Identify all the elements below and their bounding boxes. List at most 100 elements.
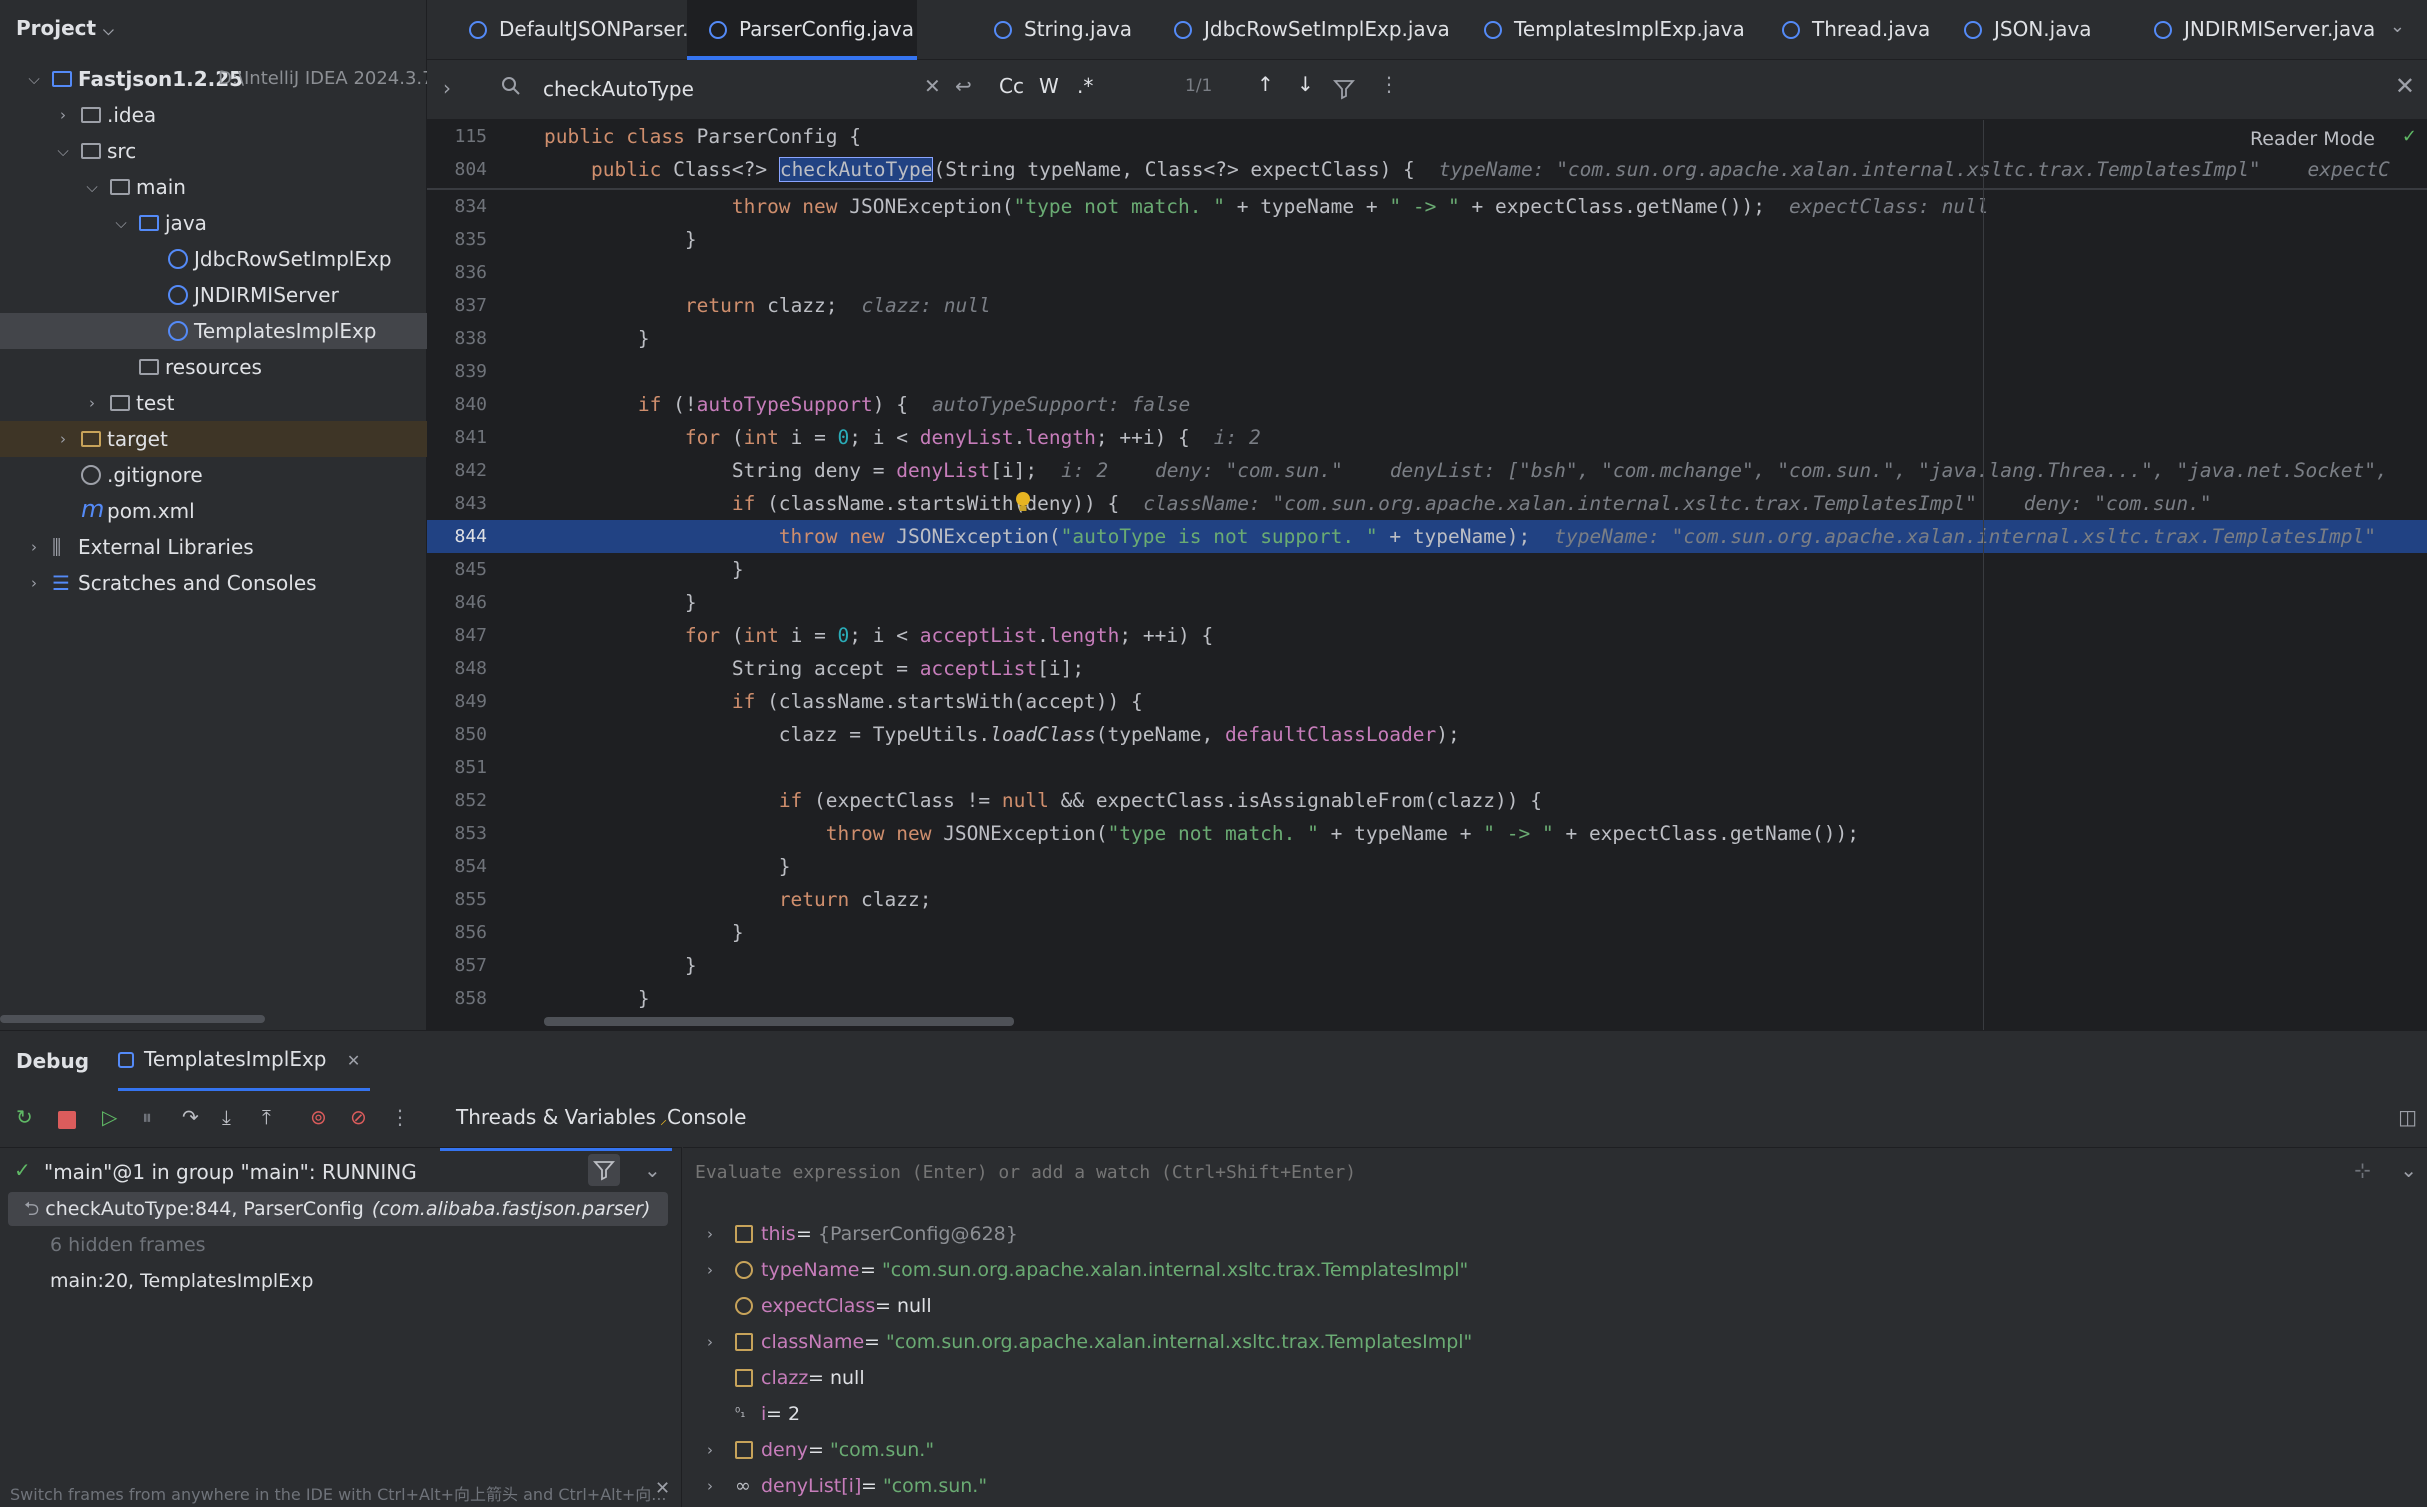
code-line[interactable]: 846 } (427, 586, 2427, 619)
stack-frame[interactable]: 6 hidden frames (8, 1228, 668, 1262)
tree-item[interactable]: ⌵ main (0, 169, 427, 205)
line-number[interactable]: 842 (427, 454, 487, 487)
code-line[interactable]: 836 (427, 256, 2427, 289)
tree-item[interactable]: JNDIRMIServer (0, 277, 427, 313)
variable-row[interactable]: ⁰₁ i = 2 (683, 1396, 2383, 1432)
code-line[interactable]: 853 throw new JSONException("type not ma… (427, 817, 2427, 850)
line-number[interactable]: 840 (427, 388, 487, 421)
tree-item[interactable]: TemplatesImplExp (0, 313, 427, 349)
add-watch-icon[interactable]: ⊹ (2354, 1158, 2371, 1182)
line-number[interactable]: 852 (427, 784, 487, 817)
evaluate-dropdown-chevron-icon[interactable]: ⌄ (2400, 1158, 2417, 1182)
close-hint-icon[interactable]: ✕ (655, 1478, 670, 1499)
code-line[interactable]: 842 String deny = denyList[i]; i: 2 deny:… (427, 454, 2427, 487)
line-number[interactable]: 843 (427, 487, 487, 520)
chevron-down-icon[interactable]: ⌵ (82, 169, 102, 205)
line-number[interactable]: 853 (427, 817, 487, 850)
chevron-down-icon[interactable]: ⌵ (53, 133, 73, 169)
reader-mode-toggle[interactable]: Reader Mode (2250, 128, 2375, 150)
line-number[interactable]: 844 (427, 520, 487, 553)
chevron-right-icon[interactable]: › (707, 1252, 713, 1288)
line-number[interactable]: 834 (427, 190, 487, 223)
line-number[interactable]: 856 (427, 916, 487, 949)
step-out-icon[interactable]: ⤒ (262, 1105, 271, 1129)
filter-frames-icon[interactable] (588, 1154, 620, 1186)
horizontal-scrollbar[interactable] (0, 1015, 265, 1023)
step-over-icon[interactable]: ↷ (182, 1105, 199, 1129)
chevron-right-icon[interactable]: › (707, 1324, 713, 1360)
line-number[interactable]: 850 (427, 718, 487, 751)
chevron-right-icon[interactable]: › (24, 565, 44, 601)
code-line[interactable]: 852 if (expectClass != null && expectCla… (427, 784, 2427, 817)
layout-settings-icon[interactable]: ◫ (2398, 1105, 2417, 1129)
variable-row[interactable]: clazz = null (683, 1360, 2383, 1396)
code-line[interactable]: 857 } (427, 949, 2427, 982)
chevron-right-icon[interactable]: › (707, 1468, 713, 1504)
next-match-arrow-icon[interactable]: ↓ (1297, 72, 1314, 96)
clear-search-icon[interactable]: ✕ (924, 74, 941, 98)
line-number[interactable]: 849 (427, 685, 487, 718)
line-number[interactable]: 837 (427, 289, 487, 322)
code-line[interactable]: 839 (427, 355, 2427, 388)
code-line[interactable]: 849 if (className.startsWith(accept)) { (427, 685, 2427, 718)
variable-row[interactable]: › deny = "com.sun." (683, 1432, 2383, 1468)
chevron-right-icon[interactable]: › (53, 97, 73, 133)
regex-toggle[interactable]: .* (1077, 74, 1093, 98)
tree-item[interactable]: ⌵ Fastjson1.2.25 D:\IntelliJ IDEA 2024.3.7… (0, 61, 439, 97)
code-line[interactable]: 851 (427, 751, 2427, 784)
variable-row[interactable]: › className = "com.sun.org.apache.xalan.i… (683, 1324, 2383, 1360)
chevron-down-icon[interactable]: ⌵ (111, 205, 131, 241)
tab-console[interactable]: ⸝Console (660, 1105, 746, 1129)
variable-row[interactable]: › this = {ParserConfig@628} (683, 1216, 2383, 1252)
stack-frame[interactable]: main:20, TemplatesImplExp (8, 1264, 668, 1298)
new-line-icon[interactable]: ↩ (955, 74, 972, 98)
search-input[interactable] (543, 72, 843, 106)
tree-item[interactable]: ⌵ java (0, 205, 427, 241)
line-number[interactable]: 845 (427, 553, 487, 586)
code-line[interactable]: 850 clazz = TypeUtils.loadClass(typeName… (427, 718, 2427, 751)
horizontal-scrollbar[interactable] (544, 1017, 1014, 1026)
thread-dropdown-chevron-icon[interactable]: ⌄ (644, 1158, 661, 1182)
stack-frame[interactable]: ⮌ checkAutoType:844, ParserConfig (com.al… (8, 1192, 668, 1226)
tree-item[interactable]: resources (0, 349, 427, 385)
variable-row[interactable]: expectClass = null (683, 1288, 2383, 1324)
code-line[interactable]: 838 } (427, 322, 2427, 355)
close-session-icon[interactable]: ✕ (347, 1051, 360, 1070)
code-line[interactable]: 835 } (427, 223, 2427, 256)
editor-tab[interactable]: TemplatesImplExp.java (1462, 0, 1760, 60)
pause-icon[interactable]: ⏸ (142, 1105, 152, 1129)
more-options-icon[interactable]: ⋮ (1379, 72, 1399, 96)
more-options-icon[interactable]: ⋮ (390, 1105, 410, 1129)
tabs-overflow-chevron-icon[interactable]: ⌄ (2390, 16, 2405, 37)
chevron-right-icon[interactable]: › (707, 1216, 713, 1252)
expand-replace-chevron-icon[interactable]: › (443, 76, 451, 100)
chevron-right-icon[interactable]: › (707, 1432, 713, 1468)
code-line[interactable]: 841 for (int i = 0; i < denyList.length;… (427, 421, 2427, 454)
tree-item[interactable]: › .idea (0, 97, 427, 133)
line-number[interactable]: 836 (427, 256, 487, 289)
chevron-down-icon[interactable]: ⌵ (24, 61, 44, 97)
line-number[interactable]: 838 (427, 322, 487, 355)
code-line[interactable]: 856 } (427, 916, 2427, 949)
tree-item[interactable]: ⌵ src (0, 133, 427, 169)
line-number[interactable]: 855 (427, 883, 487, 916)
tree-item[interactable]: JdbcRowSetImplExp (0, 241, 427, 277)
rerun-icon[interactable]: ↻ (16, 1105, 33, 1129)
tab-threads-variables[interactable]: Threads & Variables (440, 1105, 673, 1151)
editor-tab[interactable]: String.java (972, 0, 1152, 60)
editor-tab[interactable]: JNDIRMIServer.java (2132, 0, 2382, 60)
variable-row[interactable]: › typeName = "com.sun.org.apache.xalan.in… (683, 1252, 2383, 1288)
thread-selector[interactable]: "main"@1 in group "main": RUNNING (44, 1160, 417, 1184)
evaluate-expression-input[interactable] (695, 1156, 2295, 1188)
line-number[interactable]: 857 (427, 949, 487, 982)
line-number[interactable]: 848 (427, 652, 487, 685)
mute-breakpoints-icon[interactable]: ⊘ (350, 1105, 367, 1129)
sticky-code-line[interactable]: 115 public class ParserConfig { (427, 120, 2427, 153)
whole-words-toggle[interactable]: W (1039, 74, 1059, 98)
view-breakpoints-icon[interactable]: ⊚ (310, 1105, 327, 1129)
chevron-right-icon[interactable]: › (53, 421, 73, 457)
line-number[interactable]: 854 (427, 850, 487, 883)
line-number[interactable]: 846 (427, 586, 487, 619)
sticky-code-line[interactable]: 804 public Class<?> checkAutoType(String… (427, 153, 2427, 186)
previous-match-arrow-icon[interactable]: ↑ (1257, 72, 1274, 96)
